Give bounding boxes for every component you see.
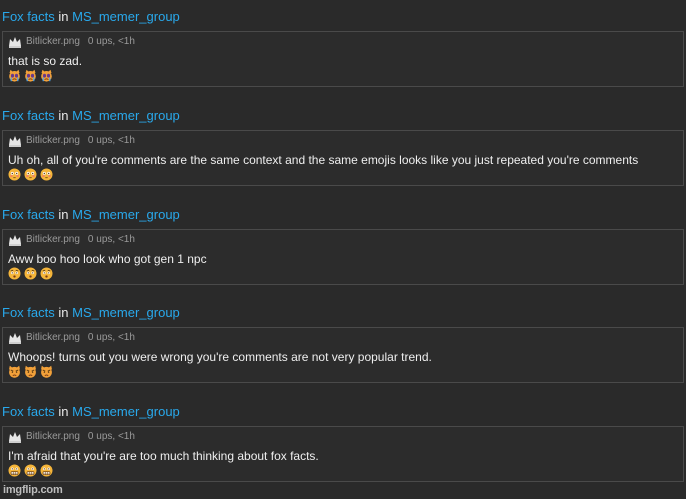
post-title-link[interactable]: Fox facts <box>2 207 55 222</box>
entry-header: Fox facts in MS_memer_group <box>2 305 180 321</box>
emoji-row <box>8 168 53 181</box>
entry-header: Fox facts in MS_memer_group <box>2 9 180 25</box>
in-text: in <box>58 305 69 320</box>
comment-box: Bitlicker.png 0 ups, <1h Whoops! turns o… <box>2 327 684 383</box>
comment-meta: Bitlicker.png 0 ups, <1h <box>8 135 135 147</box>
username-link[interactable]: Bitlicker.png <box>26 431 80 443</box>
comment-box: Bitlicker.png 0 ups, <1h Aww boo hoo loo… <box>2 229 684 285</box>
comment-text: Whoops! turns out you were wrong you're … <box>8 350 432 364</box>
pouting-cat-icon <box>8 365 21 378</box>
emoji-row <box>8 365 53 378</box>
comment-box: Bitlicker.png 0 ups, <1h Uh oh, all of y… <box>2 130 684 186</box>
emoji-row <box>8 69 53 82</box>
worried-face-icon <box>24 267 37 280</box>
crown-avatar-icon[interactable] <box>8 332 22 344</box>
in-text: in <box>58 404 69 419</box>
in-text: in <box>58 207 69 222</box>
grimacing-face-icon <box>40 464 53 477</box>
in-text: in <box>58 9 69 24</box>
comment-text: Uh oh, all of you're comments are the sa… <box>8 153 639 167</box>
crown-avatar-icon[interactable] <box>8 36 22 48</box>
comment-meta: Bitlicker.png 0 ups, <1h <box>8 431 135 443</box>
pouting-cat-icon <box>24 365 37 378</box>
post-title-link[interactable]: Fox facts <box>2 404 55 419</box>
in-text: in <box>58 108 69 123</box>
entry-header: Fox facts in MS_memer_group <box>2 207 180 223</box>
pouting-cat-icon <box>40 365 53 378</box>
comment-box: Bitlicker.png 0 ups, <1h that is so zad. <box>2 31 684 87</box>
post-title-link[interactable]: Fox facts <box>2 9 55 24</box>
crying-cat-icon <box>40 69 53 82</box>
imgflip-watermark: imgflip.com <box>3 484 63 496</box>
group-link[interactable]: MS_memer_group <box>72 9 180 24</box>
grimacing-face-icon <box>8 464 21 477</box>
crown-avatar-icon[interactable] <box>8 234 22 246</box>
comment-stats: 0 ups, <1h <box>87 135 135 146</box>
comment-text: Aww boo hoo look who got gen 1 npc <box>8 252 207 266</box>
entry-header: Fox facts in MS_memer_group <box>2 108 180 124</box>
flushed-face-icon <box>24 168 37 181</box>
emoji-row <box>8 267 53 280</box>
group-link[interactable]: MS_memer_group <box>72 207 180 222</box>
post-title-link[interactable]: Fox facts <box>2 108 55 123</box>
grimacing-face-icon <box>24 464 37 477</box>
crown-avatar-icon[interactable] <box>8 135 22 147</box>
comment-meta: Bitlicker.png 0 ups, <1h <box>8 36 135 48</box>
comment-box: Bitlicker.png 0 ups, <1h I'm afraid that… <box>2 426 684 482</box>
comment-meta: Bitlicker.png 0 ups, <1h <box>8 332 135 344</box>
group-link[interactable]: MS_memer_group <box>72 305 180 320</box>
username-link[interactable]: Bitlicker.png <box>26 36 80 48</box>
emoji-row <box>8 464 53 477</box>
username-link[interactable]: Bitlicker.png <box>26 234 80 246</box>
comment-stats: 0 ups, <1h <box>87 36 135 47</box>
crying-cat-icon <box>24 69 37 82</box>
post-title-link[interactable]: Fox facts <box>2 305 55 320</box>
group-link[interactable]: MS_memer_group <box>72 404 180 419</box>
username-link[interactable]: Bitlicker.png <box>26 332 80 344</box>
group-link[interactable]: MS_memer_group <box>72 108 180 123</box>
crown-avatar-icon[interactable] <box>8 431 22 443</box>
worried-face-icon <box>40 267 53 280</box>
comment-stats: 0 ups, <1h <box>87 234 135 245</box>
entry-header: Fox facts in MS_memer_group <box>2 404 180 420</box>
worried-face-icon <box>8 267 21 280</box>
comment-stats: 0 ups, <1h <box>87 431 135 442</box>
comment-text: that is so zad. <box>8 54 83 68</box>
username-link[interactable]: Bitlicker.png <box>26 135 80 147</box>
comment-stats: 0 ups, <1h <box>87 332 135 343</box>
comment-text: I'm afraid that you're are too much thin… <box>8 449 319 463</box>
comment-meta: Bitlicker.png 0 ups, <1h <box>8 234 135 246</box>
flushed-face-icon <box>40 168 53 181</box>
flushed-face-icon <box>8 168 21 181</box>
crying-cat-icon <box>8 69 21 82</box>
